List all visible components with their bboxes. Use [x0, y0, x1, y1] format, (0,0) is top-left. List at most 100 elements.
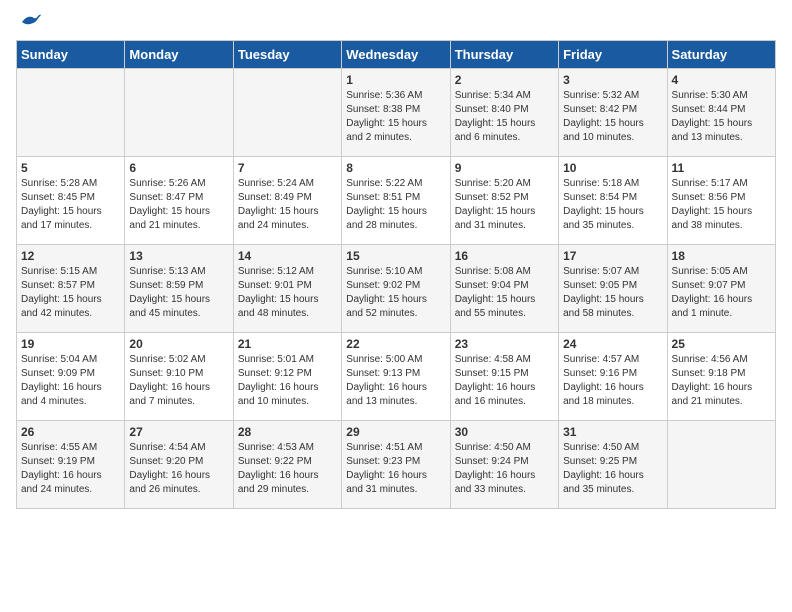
day-number: 20 — [129, 337, 228, 351]
day-info: Sunrise: 5:04 AM Sunset: 9:09 PM Dayligh… — [21, 353, 120, 409]
calendar-cell: 4 Sunrise: 5:30 AM Sunset: 8:44 PM Daylig… — [667, 69, 775, 157]
day-number: 24 — [563, 337, 662, 351]
day-info: Sunrise: 4:56 AM Sunset: 9:18 PM Dayligh… — [672, 353, 771, 409]
day-info: Sunrise: 5:34 AM Sunset: 8:40 PM Dayligh… — [455, 89, 554, 145]
day-info: Sunrise: 5:07 AM Sunset: 9:05 PM Dayligh… — [563, 265, 662, 321]
day-info: Sunrise: 5:15 AM Sunset: 8:57 PM Dayligh… — [21, 265, 120, 321]
day-number: 9 — [455, 161, 554, 175]
day-number: 16 — [455, 249, 554, 263]
calendar-cell — [17, 69, 125, 157]
calendar-cell: 2 Sunrise: 5:34 AM Sunset: 8:40 PM Daylig… — [450, 69, 558, 157]
calendar-table: SundayMondayTuesdayWednesdayThursdayFrid… — [16, 40, 776, 509]
calendar-cell: 5 Sunrise: 5:28 AM Sunset: 8:45 PM Daylig… — [17, 157, 125, 245]
day-info: Sunrise: 5:30 AM Sunset: 8:44 PM Dayligh… — [672, 89, 771, 145]
day-number: 5 — [21, 161, 120, 175]
calendar-cell: 25 Sunrise: 4:56 AM Sunset: 9:18 PM Dayli… — [667, 333, 775, 421]
day-info: Sunrise: 5:12 AM Sunset: 9:01 PM Dayligh… — [238, 265, 337, 321]
calendar-cell — [233, 69, 341, 157]
calendar-cell: 9 Sunrise: 5:20 AM Sunset: 8:52 PM Daylig… — [450, 157, 558, 245]
day-info: Sunrise: 5:18 AM Sunset: 8:54 PM Dayligh… — [563, 177, 662, 233]
day-info: Sunrise: 4:53 AM Sunset: 9:22 PM Dayligh… — [238, 441, 337, 497]
logo-bird-icon — [20, 12, 42, 32]
day-number: 10 — [563, 161, 662, 175]
day-number: 3 — [563, 73, 662, 87]
day-number: 21 — [238, 337, 337, 351]
day-info: Sunrise: 5:26 AM Sunset: 8:47 PM Dayligh… — [129, 177, 228, 233]
day-info: Sunrise: 5:17 AM Sunset: 8:56 PM Dayligh… — [672, 177, 771, 233]
calendar-cell: 11 Sunrise: 5:17 AM Sunset: 8:56 PM Dayli… — [667, 157, 775, 245]
day-number: 19 — [21, 337, 120, 351]
calendar-cell: 20 Sunrise: 5:02 AM Sunset: 9:10 PM Dayli… — [125, 333, 233, 421]
day-info: Sunrise: 5:13 AM Sunset: 8:59 PM Dayligh… — [129, 265, 228, 321]
day-info: Sunrise: 5:22 AM Sunset: 8:51 PM Dayligh… — [346, 177, 445, 233]
day-number: 28 — [238, 425, 337, 439]
calendar-cell: 14Sunrise: 5:12 AM Sunset: 9:01 PM Dayli… — [233, 245, 341, 333]
day-info: Sunrise: 4:57 AM Sunset: 9:16 PM Dayligh… — [563, 353, 662, 409]
page-header — [16, 16, 776, 32]
calendar-cell: 24 Sunrise: 4:57 AM Sunset: 9:16 PM Dayli… — [559, 333, 667, 421]
day-number: 4 — [672, 73, 771, 87]
calendar-cell: 26 Sunrise: 4:55 AM Sunset: 9:19 PM Dayli… — [17, 421, 125, 509]
day-info: Sunrise: 4:55 AM Sunset: 9:19 PM Dayligh… — [21, 441, 120, 497]
calendar-header: SundayMondayTuesdayWednesdayThursdayFrid… — [17, 41, 776, 69]
calendar-cell: 17 Sunrise: 5:07 AM Sunset: 9:05 PM Dayli… — [559, 245, 667, 333]
day-number: 12 — [21, 249, 120, 263]
day-number: 22 — [346, 337, 445, 351]
calendar-cell: 10 Sunrise: 5:18 AM Sunset: 8:54 PM Dayli… — [559, 157, 667, 245]
day-number: 6 — [129, 161, 228, 175]
day-number: 11 — [672, 161, 771, 175]
day-info: Sunrise: 5:32 AM Sunset: 8:42 PM Dayligh… — [563, 89, 662, 145]
calendar-cell: 18 Sunrise: 5:05 AM Sunset: 9:07 PM Dayli… — [667, 245, 775, 333]
calendar-cell: 7 Sunrise: 5:24 AM Sunset: 8:49 PM Daylig… — [233, 157, 341, 245]
weekday-header-wednesday: Wednesday — [342, 41, 450, 69]
calendar-week-row: 1Sunrise: 5:36 AM Sunset: 8:38 PM Daylig… — [17, 69, 776, 157]
day-info: Sunrise: 5:01 AM Sunset: 9:12 PM Dayligh… — [238, 353, 337, 409]
calendar-cell: 13 Sunrise: 5:13 AM Sunset: 8:59 PM Dayli… — [125, 245, 233, 333]
calendar-cell: 1Sunrise: 5:36 AM Sunset: 8:38 PM Daylig… — [342, 69, 450, 157]
calendar-week-row: 12 Sunrise: 5:15 AM Sunset: 8:57 PM Dayli… — [17, 245, 776, 333]
day-number: 13 — [129, 249, 228, 263]
calendar-cell: 22 Sunrise: 5:00 AM Sunset: 9:13 PM Dayli… — [342, 333, 450, 421]
day-number: 31 — [563, 425, 662, 439]
day-number: 26 — [21, 425, 120, 439]
weekday-header-sunday: Sunday — [17, 41, 125, 69]
calendar-cell: 31 Sunrise: 4:50 AM Sunset: 9:25 PM Dayli… — [559, 421, 667, 509]
day-info: Sunrise: 4:50 AM Sunset: 9:25 PM Dayligh… — [563, 441, 662, 497]
weekday-header-saturday: Saturday — [667, 41, 775, 69]
day-number: 7 — [238, 161, 337, 175]
calendar-cell: 19 Sunrise: 5:04 AM Sunset: 9:09 PM Dayli… — [17, 333, 125, 421]
calendar-cell: 21 Sunrise: 5:01 AM Sunset: 9:12 PM Dayli… — [233, 333, 341, 421]
day-number: 17 — [563, 249, 662, 263]
day-number: 18 — [672, 249, 771, 263]
weekday-header-monday: Monday — [125, 41, 233, 69]
weekday-header-tuesday: Tuesday — [233, 41, 341, 69]
weekday-header-friday: Friday — [559, 41, 667, 69]
calendar-cell: 29Sunrise: 4:51 AM Sunset: 9:23 PM Dayli… — [342, 421, 450, 509]
weekday-header-row: SundayMondayTuesdayWednesdayThursdayFrid… — [17, 41, 776, 69]
day-number: 2 — [455, 73, 554, 87]
day-info: Sunrise: 4:54 AM Sunset: 9:20 PM Dayligh… — [129, 441, 228, 497]
day-info: Sunrise: 5:28 AM Sunset: 8:45 PM Dayligh… — [21, 177, 120, 233]
day-info: Sunrise: 5:10 AM Sunset: 9:02 PM Dayligh… — [346, 265, 445, 321]
calendar-cell: 23Sunrise: 4:58 AM Sunset: 9:15 PM Dayli… — [450, 333, 558, 421]
day-info: Sunrise: 5:05 AM Sunset: 9:07 PM Dayligh… — [672, 265, 771, 321]
day-info: Sunrise: 4:58 AM Sunset: 9:15 PM Dayligh… — [455, 353, 554, 409]
calendar-cell: 6 Sunrise: 5:26 AM Sunset: 8:47 PM Daylig… — [125, 157, 233, 245]
calendar-body: 1Sunrise: 5:36 AM Sunset: 8:38 PM Daylig… — [17, 69, 776, 509]
day-number: 1 — [346, 73, 445, 87]
calendar-week-row: 19 Sunrise: 5:04 AM Sunset: 9:09 PM Dayli… — [17, 333, 776, 421]
calendar-cell: 28 Sunrise: 4:53 AM Sunset: 9:22 PM Dayli… — [233, 421, 341, 509]
day-info: Sunrise: 5:00 AM Sunset: 9:13 PM Dayligh… — [346, 353, 445, 409]
calendar-cell: 8Sunrise: 5:22 AM Sunset: 8:51 PM Daylig… — [342, 157, 450, 245]
calendar-cell — [125, 69, 233, 157]
day-info: Sunrise: 5:02 AM Sunset: 9:10 PM Dayligh… — [129, 353, 228, 409]
calendar-cell: 3 Sunrise: 5:32 AM Sunset: 8:42 PM Daylig… — [559, 69, 667, 157]
day-info: Sunrise: 5:08 AM Sunset: 9:04 PM Dayligh… — [455, 265, 554, 321]
day-info: Sunrise: 5:24 AM Sunset: 8:49 PM Dayligh… — [238, 177, 337, 233]
day-number: 27 — [129, 425, 228, 439]
calendar-week-row: 26 Sunrise: 4:55 AM Sunset: 9:19 PM Dayli… — [17, 421, 776, 509]
calendar-cell — [667, 421, 775, 509]
day-info: Sunrise: 5:20 AM Sunset: 8:52 PM Dayligh… — [455, 177, 554, 233]
day-number: 25 — [672, 337, 771, 351]
calendar-week-row: 5 Sunrise: 5:28 AM Sunset: 8:45 PM Daylig… — [17, 157, 776, 245]
